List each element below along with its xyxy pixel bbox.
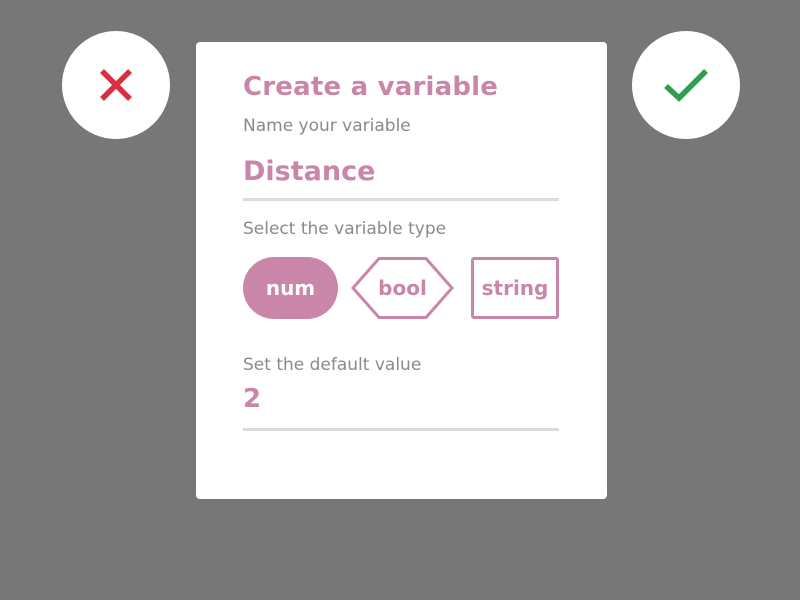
default-value-label: Set the default value (243, 355, 422, 375)
cancel-button[interactable] (62, 31, 170, 139)
confirm-button[interactable] (632, 31, 740, 139)
type-bool-option[interactable]: bool (351, 257, 454, 319)
type-bool-label: bool (378, 276, 427, 300)
type-string-option[interactable]: string (471, 257, 559, 319)
check-icon (664, 69, 708, 102)
type-string-label: string (481, 276, 549, 300)
type-num-label: num (265, 276, 316, 300)
variable-name-value: Distance (243, 156, 376, 187)
close-icon (100, 69, 132, 101)
default-value: 2 (243, 384, 262, 414)
variable-name-field[interactable]: Distance (243, 154, 559, 201)
name-label: Name your variable (243, 116, 411, 136)
type-label: Select the variable type (243, 219, 447, 239)
default-value-field[interactable]: 2 (243, 382, 559, 431)
type-num-option[interactable]: num (243, 257, 338, 319)
create-variable-dialog: Create a variable Name your variable Dis… (196, 42, 607, 499)
dialog-title: Create a variable (243, 72, 499, 102)
